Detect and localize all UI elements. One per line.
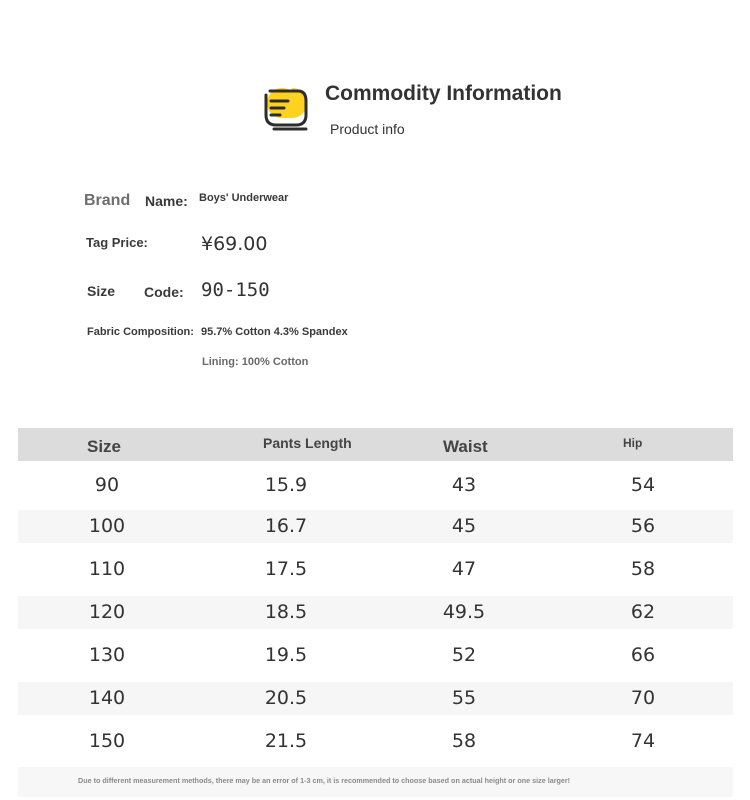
cell-waist: 58 <box>451 730 477 752</box>
cell-waist: 49.5 <box>442 601 486 623</box>
cell-size: 130 <box>88 644 126 666</box>
cell-size: 120 <box>88 601 126 623</box>
cell-hip: 54 <box>630 474 656 496</box>
cell-pants-length: 21.5 <box>264 730 308 752</box>
cell-pants-length: 19.5 <box>264 644 308 666</box>
header-waist: Waist <box>443 437 488 456</box>
cell-waist: 45 <box>451 515 477 537</box>
header-size: Size <box>87 437 122 456</box>
cell-pants-length: 15.9 <box>264 474 308 496</box>
brand-label: Brand <box>84 192 131 209</box>
code-label: Code: <box>144 284 184 300</box>
table-row: 100 16.7 45 56 <box>18 510 733 543</box>
fabric-value: 95.7% Cotton 4.3% Spandex <box>201 326 348 338</box>
cell-size: 100 <box>88 515 126 537</box>
cell-size: 90 <box>94 474 120 496</box>
lining-value: Lining: 100% Cotton <box>202 356 309 368</box>
size-label: Size <box>87 283 116 299</box>
cell-hip: 66 <box>630 644 656 666</box>
cell-hip: 62 <box>630 601 656 623</box>
tag-price-label: Tag Price: <box>86 235 148 250</box>
cell-hip: 58 <box>630 558 656 580</box>
brand-value: Boys' Underwear <box>199 192 289 204</box>
list-document-icon <box>264 88 308 131</box>
page-title: Commodity Information <box>325 82 562 105</box>
cell-size: 150 <box>88 730 126 752</box>
measurement-footnote: Due to different measurement methods, th… <box>78 776 571 785</box>
table-row: 120 18.5 49.5 62 <box>18 596 733 629</box>
cell-hip: 70 <box>630 687 656 709</box>
table-row: 150 21.5 58 74 <box>18 725 733 758</box>
table-row: 140 20.5 55 70 <box>18 682 733 715</box>
cell-hip: 74 <box>630 730 656 752</box>
table-row: 90 15.9 43 54 <box>18 469 733 502</box>
fabric-label: Fabric Composition: <box>87 326 194 338</box>
table-row: 130 19.5 52 66 <box>18 639 733 672</box>
cell-pants-length: 16.7 <box>264 515 308 537</box>
size-table-header: Size Pants Length Waist Hip <box>18 428 733 461</box>
cell-waist: 52 <box>451 644 477 666</box>
table-row: 110 17.5 47 58 <box>18 553 733 586</box>
cell-size: 140 <box>88 687 126 709</box>
cell-size: 110 <box>88 558 126 580</box>
header-hip: Hip <box>623 436 643 450</box>
cell-pants-length: 20.5 <box>264 687 308 709</box>
cell-pants-length: 18.5 <box>264 601 308 623</box>
cell-pants-length: 17.5 <box>264 558 308 580</box>
page-subtitle: Product info <box>330 121 405 137</box>
size-code-value: 90-150 <box>201 279 270 301</box>
cell-waist: 55 <box>451 687 477 709</box>
cell-waist: 43 <box>451 474 477 496</box>
header-pants-length: Pants Length <box>263 435 352 451</box>
tag-price-value: ¥69.00 <box>201 233 268 255</box>
footnote-bar: Due to different measurement methods, th… <box>18 767 733 797</box>
cell-hip: 56 <box>630 515 656 537</box>
name-label: Name: <box>145 193 188 209</box>
cell-waist: 47 <box>451 558 477 580</box>
